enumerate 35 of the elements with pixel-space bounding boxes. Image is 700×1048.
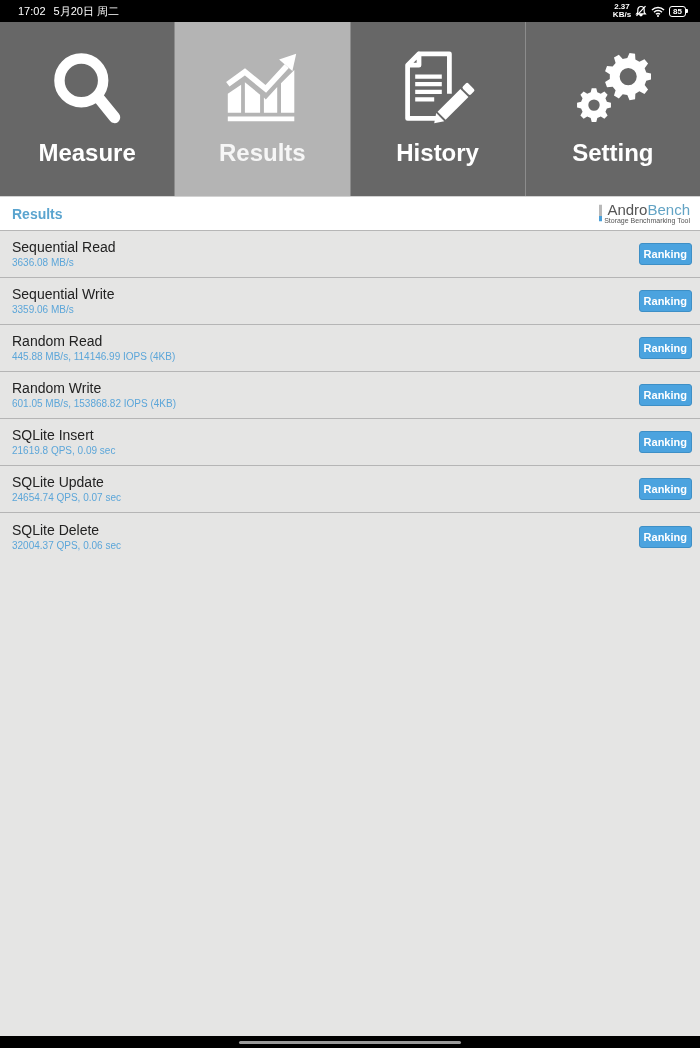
tab[interactable]: Setting: [524, 22, 700, 196]
status-date: 5月20日 周二: [53, 3, 119, 19]
test-score: 3636.08 MB/s: [12, 256, 75, 269]
test-name: Random Write: [12, 380, 103, 397]
test-name: Sequential Read: [12, 239, 117, 256]
logo-wordmark: AndroBench: [607, 202, 690, 217]
tab[interactable]: Measure: [0, 22, 175, 196]
section-title: Results: [12, 205, 63, 222]
ranking-button[interactable]: Ranking: [638, 384, 692, 406]
ranking-button[interactable]: Ranking: [638, 290, 692, 312]
logo-bar-icon: [599, 202, 603, 224]
network-speed: 2.37 KB/s: [612, 3, 632, 19]
test-score: 3359.06 MB/s: [12, 303, 75, 316]
clock-time: 17:02: [18, 5, 46, 17]
ranking-button[interactable]: Ranking: [638, 525, 692, 548]
test-score: 24654.74 QPS, 0.07 sec: [12, 491, 122, 504]
mute-icon: [635, 5, 648, 17]
test-name: SQLite Update: [12, 474, 105, 491]
test-score: 445.88 MB/s, 114146.99 IOPS (4KB): [12, 350, 177, 363]
tab[interactable]: History: [349, 22, 525, 196]
ranking-button[interactable]: Ranking: [638, 337, 692, 359]
battery-indicator: 85: [669, 5, 688, 17]
test-name: SQLite Delete: [12, 521, 101, 539]
home-indicator[interactable]: [239, 1040, 461, 1044]
ranking-button[interactable]: Ranking: [638, 431, 692, 453]
tab[interactable]: Results: [174, 22, 350, 196]
wifi-icon: [651, 5, 666, 17]
ranking-button[interactable]: Ranking: [638, 243, 692, 265]
test-name: Random Read: [12, 333, 104, 350]
test-name: SQLite Insert: [12, 427, 95, 444]
ranking-button[interactable]: Ranking: [638, 478, 692, 500]
test-name: Sequential Write: [12, 286, 116, 303]
test-score: 601.05 MB/s, 153868.82 IOPS (4KB): [12, 397, 177, 410]
test-score: 32004.37 QPS, 0.06 sec: [12, 538, 122, 552]
test-score: 21619.8 QPS, 0.09 sec: [12, 444, 117, 457]
